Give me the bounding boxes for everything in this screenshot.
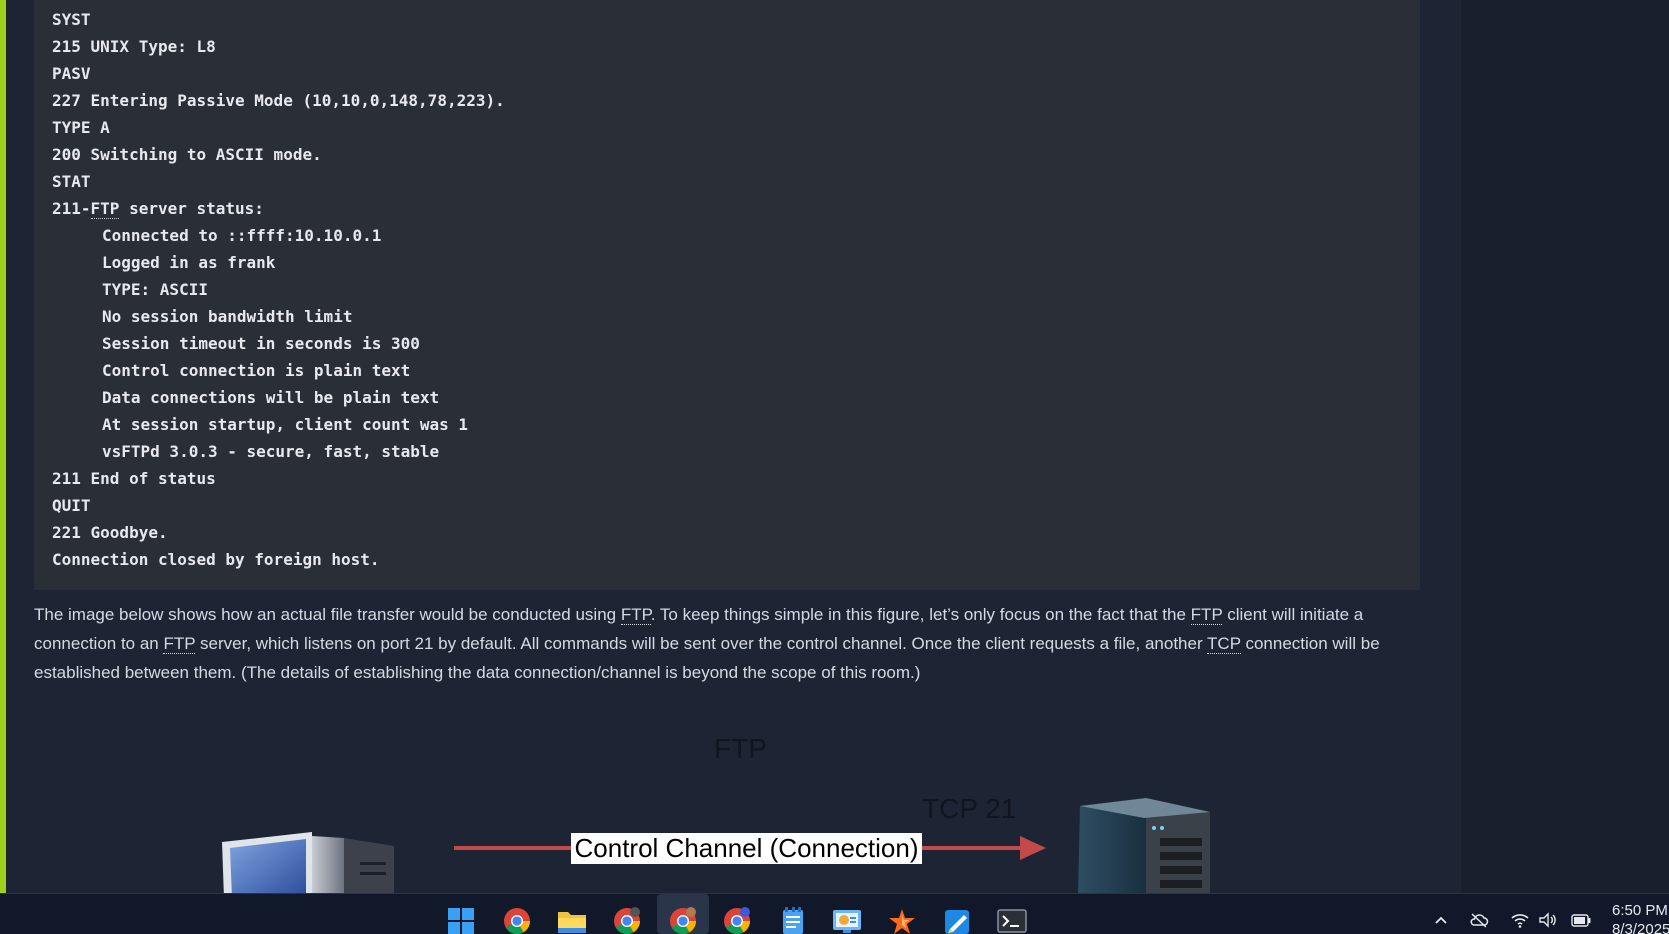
chrome-profile-1-icon[interactable] — [612, 906, 642, 934]
code-line: TYPE A — [52, 118, 110, 137]
notepad-icon[interactable] — [778, 906, 808, 934]
code-line: No session bandwidth limit — [102, 307, 353, 326]
code-line: Connection closed by foreign host. — [52, 550, 380, 569]
description-paragraph: The image below shows how an actual file… — [34, 600, 1434, 687]
windows-start-icon[interactable] — [446, 906, 476, 934]
code-line: vsFTPd 3.0.3 - secure, fast, stable — [102, 442, 440, 461]
terminal-icon[interactable] — [997, 906, 1027, 934]
control-channel-label: Control Channel (Connection) — [571, 833, 922, 864]
burp-icon[interactable] — [887, 906, 917, 934]
code-line: 200 Switching to ASCII mode. — [52, 145, 322, 164]
code-line: SYST — [52, 10, 91, 29]
battery-icon[interactable] — [1570, 912, 1591, 932]
code-line: TYPE: ASCII — [102, 280, 208, 299]
arrow-head — [1020, 836, 1046, 860]
code-line: PASV — [52, 64, 91, 83]
paragraph-text: . To keep things simple in this figure, … — [650, 605, 1191, 624]
abbreviation[interactable]: FTP — [163, 634, 196, 654]
code-line: 211 End of status — [52, 469, 216, 488]
chrome-profile-2-icon[interactable] — [668, 906, 698, 934]
volume-icon[interactable] — [1538, 912, 1558, 932]
paragraph-text: server, which listens on port 21 by defa… — [195, 634, 1208, 653]
wifi-icon[interactable] — [1510, 912, 1530, 932]
code-line: 221 Goodbye. — [52, 523, 168, 542]
abbreviation[interactable]: FTP — [90, 199, 120, 219]
page: SYST 215 UNIX Type: L8 PASV 227 Entering Pa… — [0, 0, 1669, 893]
code-line: Control connection is plain text — [102, 361, 411, 380]
paint-icon[interactable] — [942, 906, 972, 934]
code-line: Connected to ::ffff:10.10.0.1 — [102, 226, 382, 245]
code-line: 211-FTP server status: — [52, 195, 1420, 222]
abbreviation[interactable]: TCP — [1207, 634, 1241, 654]
cloud-offline-icon[interactable] — [1469, 912, 1489, 932]
code-line: Session timeout in seconds is 300 — [102, 334, 420, 353]
file-explorer-icon[interactable] — [557, 906, 587, 934]
code-line: 215 UNIX Type: L8 — [52, 37, 216, 56]
code-line: 227 Entering Passive Mode (10,10,0,148,7… — [52, 91, 505, 110]
paragraph-text: The image below shows how an actual file… — [34, 605, 621, 624]
code-line: QUIT — [52, 496, 91, 515]
clock-date: 8/3/2025 — [1612, 921, 1669, 934]
code-text: server status: — [119, 199, 264, 218]
code-line: STAT — [52, 172, 91, 191]
system-clock[interactable]: 6:50 PM 8/3/2025 — [1612, 901, 1669, 934]
code-line: At session startup, client count was 1 — [102, 415, 469, 434]
code-text: 211- — [52, 199, 91, 218]
right-panel — [1461, 0, 1669, 893]
code-line: Logged in as frank — [102, 253, 276, 272]
figure-port-label: TCP 21 — [922, 793, 1017, 824]
code-line: Data connections will be plain text — [102, 388, 440, 407]
chrome-icon[interactable] — [502, 906, 532, 934]
chrome-profile-3-icon[interactable] — [722, 906, 752, 934]
ftp-figure: FTP TCP 21 Control Channel (Connection) — [34, 700, 1420, 893]
chevron-up-icon[interactable] — [1431, 912, 1451, 932]
abbreviation[interactable]: FTP — [1190, 605, 1223, 625]
clock-time: 6:50 PM — [1612, 902, 1668, 919]
ftp-server-icon — [1078, 798, 1210, 893]
figure-title: FTP — [714, 733, 767, 764]
client-computer-icon — [222, 832, 394, 893]
control-panel-icon[interactable] — [832, 906, 862, 934]
abbreviation[interactable]: FTP — [620, 605, 651, 625]
code-block: SYST 215 UNIX Type: L8 PASV 227 Entering Pa… — [34, 0, 1420, 590]
